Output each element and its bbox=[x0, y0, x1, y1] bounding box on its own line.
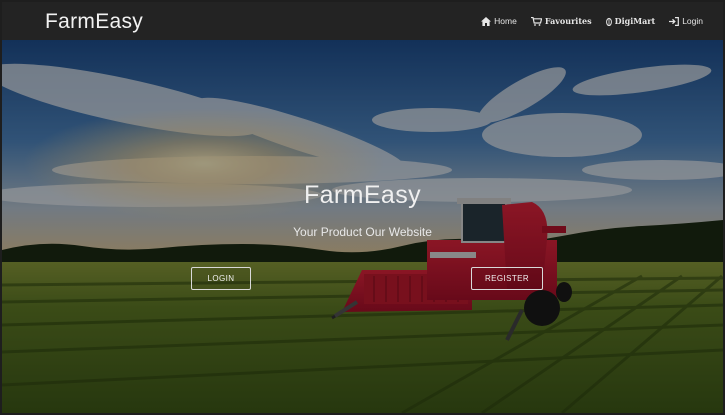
brand-logo[interactable]: FarmEasy bbox=[45, 10, 143, 34]
hero-section: FarmEasy Your Product Our Website LOGIN … bbox=[2, 40, 723, 413]
hero-subtitle: Your Product Our Website bbox=[293, 225, 432, 239]
nav-login[interactable]: Login bbox=[669, 16, 703, 26]
nav-home-label: Home bbox=[494, 16, 517, 26]
hero-title: FarmEasy bbox=[303, 181, 422, 209]
register-button[interactable]: REGISTER bbox=[471, 267, 543, 290]
nav-favourites-label: Favourites bbox=[544, 16, 592, 26]
nav-digimart[interactable]: DigiMart bbox=[605, 16, 656, 26]
seed-icon bbox=[605, 17, 612, 26]
browser-viewport: FarmEasy Home Favourites DigiMart Login … bbox=[2, 2, 723, 413]
nav-favourites[interactable]: Favourites bbox=[530, 16, 592, 26]
cart-icon bbox=[530, 16, 542, 26]
nav-login-label: Login bbox=[682, 16, 703, 26]
login-button[interactable]: LOGIN bbox=[191, 267, 251, 290]
nav-menu: Home Favourites DigiMart Login bbox=[481, 2, 703, 40]
home-icon bbox=[481, 16, 492, 26]
nav-digimart-label: DigiMart bbox=[614, 16, 656, 26]
sign-in-icon bbox=[669, 16, 680, 26]
navbar: FarmEasy Home Favourites DigiMart Login bbox=[2, 2, 723, 40]
nav-home[interactable]: Home bbox=[481, 16, 517, 26]
